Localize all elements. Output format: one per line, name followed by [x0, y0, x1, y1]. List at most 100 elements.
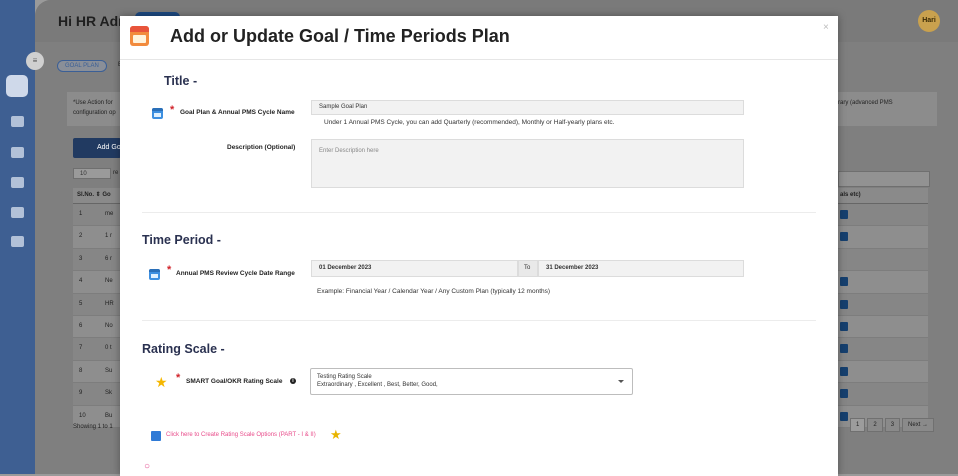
view-document-icon[interactable]: [840, 411, 848, 421]
rating-scale-label: SMART Goal/OKR Rating Scale: [186, 378, 283, 385]
row-goal-plan-name: 6 r: [105, 255, 113, 262]
calendar-small-icon: [149, 269, 160, 280]
table-header-right[interactable]: als etc): [838, 188, 928, 204]
view-document-icon[interactable]: [840, 321, 848, 331]
required-mark: *: [167, 264, 172, 276]
row-goal-plan-name: Ne: [105, 278, 113, 285]
view-document-icon[interactable]: [840, 344, 848, 354]
table-row-actions: [838, 315, 928, 339]
view-document-icon[interactable]: [840, 366, 848, 376]
table-row[interactable]: 5 HR: [73, 293, 121, 316]
close-icon[interactable]: ×: [823, 22, 829, 33]
description-textarea[interactable]: Enter Description here: [311, 139, 744, 188]
table-row-actions: [838, 383, 928, 406]
view-document-icon[interactable]: [840, 210, 848, 219]
row-sl-no: 5: [79, 300, 83, 307]
row-goal-plan-name: Su: [105, 367, 113, 374]
avatar[interactable]: Hari: [918, 10, 940, 32]
view-document-icon[interactable]: [840, 389, 848, 399]
view-document-icon[interactable]: [840, 277, 848, 287]
row-sl-no: 7: [79, 345, 83, 352]
nav-dashboard-icon[interactable]: [6, 75, 28, 97]
row-sl-no: 9: [79, 390, 83, 397]
info-note-text: *Use Action for configuration op: [73, 100, 116, 116]
section-time-period-heading: Time Period -: [142, 233, 221, 247]
pagination-item[interactable]: 3: [884, 418, 901, 432]
section-divider: [142, 212, 816, 213]
row-sl-no: 1: [79, 211, 83, 217]
required-mark: *: [176, 372, 181, 384]
info-note-text-right: rary (advanced PMS: [838, 100, 893, 106]
nav-goals-icon[interactable]: [11, 116, 24, 127]
table-row-actions: [838, 271, 928, 294]
external-link-icon: [151, 431, 161, 441]
table-row-actions: [838, 293, 928, 316]
goal-plans-table: Sl.No. ⇕ Go 1 me 2 1 r 3 6 r 4 Ne 5 HR 6 No 7 0 t 8 Su 9…: [73, 188, 121, 428]
row-goal-plan-name: No: [105, 322, 113, 329]
tab-goal-plan[interactable]: GOAL PLAN: [57, 60, 107, 72]
required-mark: *: [170, 104, 175, 116]
section-rating-scale-heading: Rating Scale -: [142, 342, 225, 356]
end-date-input[interactable]: 31 December 2023: [538, 260, 744, 277]
row-sl-no: 2: [79, 233, 83, 240]
table-row[interactable]: 6 No: [73, 315, 121, 339]
lightbulb-icon: ○: [144, 461, 151, 472]
row-goal-plan-name: HR: [105, 300, 114, 307]
pagination-item[interactable]: 2: [867, 418, 883, 432]
view-document-icon[interactable]: [840, 232, 848, 242]
row-sl-no: 6: [79, 322, 83, 329]
create-rating-scale-link[interactable]: Click here to Create Rating Scale Option…: [166, 432, 316, 438]
plan-name-input[interactable]: Sample Goal Plan: [311, 100, 744, 115]
row-goal-plan-name: 1 r: [105, 233, 113, 240]
pagination-item[interactable]: Next →: [902, 418, 935, 432]
table-row-actions: [838, 226, 928, 249]
modal-title: Add or Update Goal / Time Periods Plan: [170, 26, 510, 46]
entries-per-page-select[interactable]: 10: [73, 168, 111, 179]
goal-plan-modal: Add or Update Goal / Time Periods Plan ×…: [120, 16, 838, 476]
entries-label: re: [113, 170, 119, 176]
table-row[interactable]: 8 Su: [73, 360, 121, 384]
add-goal-plan-button[interactable]: Add Go: [73, 138, 121, 158]
badge-star-icon: ★: [330, 427, 342, 442]
pagination: 1 2 3 Next →: [850, 418, 935, 432]
table-header-sl[interactable]: Sl.No. ⇕ Go: [73, 188, 121, 204]
nav-reports-icon[interactable]: [11, 207, 24, 218]
table-row[interactable]: 9 Sk: [73, 383, 121, 406]
row-sl-no: 4: [79, 278, 83, 285]
rating-scale-selected-title: Testing Rating Scale: [317, 374, 372, 380]
table-row-actions: [838, 204, 928, 227]
table-row[interactable]: 2 1 r: [73, 226, 121, 249]
table-row-actions: [838, 248, 928, 272]
date-range-to-label: To: [518, 260, 538, 277]
row-sl-no: 3: [79, 255, 83, 262]
row-goal-plan-name: Bu: [105, 412, 113, 419]
table-row-actions: [838, 338, 928, 361]
pagination-item[interactable]: 1: [850, 418, 866, 432]
description-label: Description (Optional): [227, 144, 296, 151]
section-divider: [142, 320, 816, 321]
app-logo: [6, 12, 28, 18]
plan-name-label: Goal Plan & Annual PMS Cycle Name: [180, 109, 295, 116]
view-document-icon[interactable]: [840, 299, 848, 309]
sidebar-collapse-icon[interactable]: ≡: [26, 52, 44, 70]
rating-scale-select[interactable]: Testing Rating Scale Extraordinary , Exc…: [310, 368, 633, 395]
table-row[interactable]: 1 me: [73, 204, 121, 227]
nav-reviews-icon[interactable]: [11, 177, 24, 188]
info-icon[interactable]: i: [290, 378, 296, 384]
nav-settings-icon[interactable]: [11, 236, 24, 247]
table-row[interactable]: 7 0 t: [73, 338, 121, 361]
table-showing-text: Showing 1 to 1: [73, 424, 113, 430]
row-goal-plan-name: Sk: [105, 390, 113, 397]
table-row[interactable]: 4 Ne: [73, 271, 121, 294]
date-range-label: Annual PMS Review Cycle Date Range: [176, 270, 295, 277]
row-goal-plan-name: 0 t: [105, 345, 112, 352]
nav-users-icon[interactable]: [11, 147, 24, 158]
calendar-small-icon: [152, 108, 163, 119]
table-row[interactable]: 3 6 r: [73, 248, 121, 272]
time-period-hint: Example: Financial Year / Calendar Year …: [317, 288, 551, 295]
start-date-input[interactable]: 01 December 2023: [311, 260, 518, 277]
table-search-input[interactable]: [838, 171, 930, 187]
chevron-down-icon: [618, 380, 624, 383]
goal-plans-table-right: als etc): [838, 188, 928, 428]
row-goal-plan-name: me: [105, 211, 114, 217]
